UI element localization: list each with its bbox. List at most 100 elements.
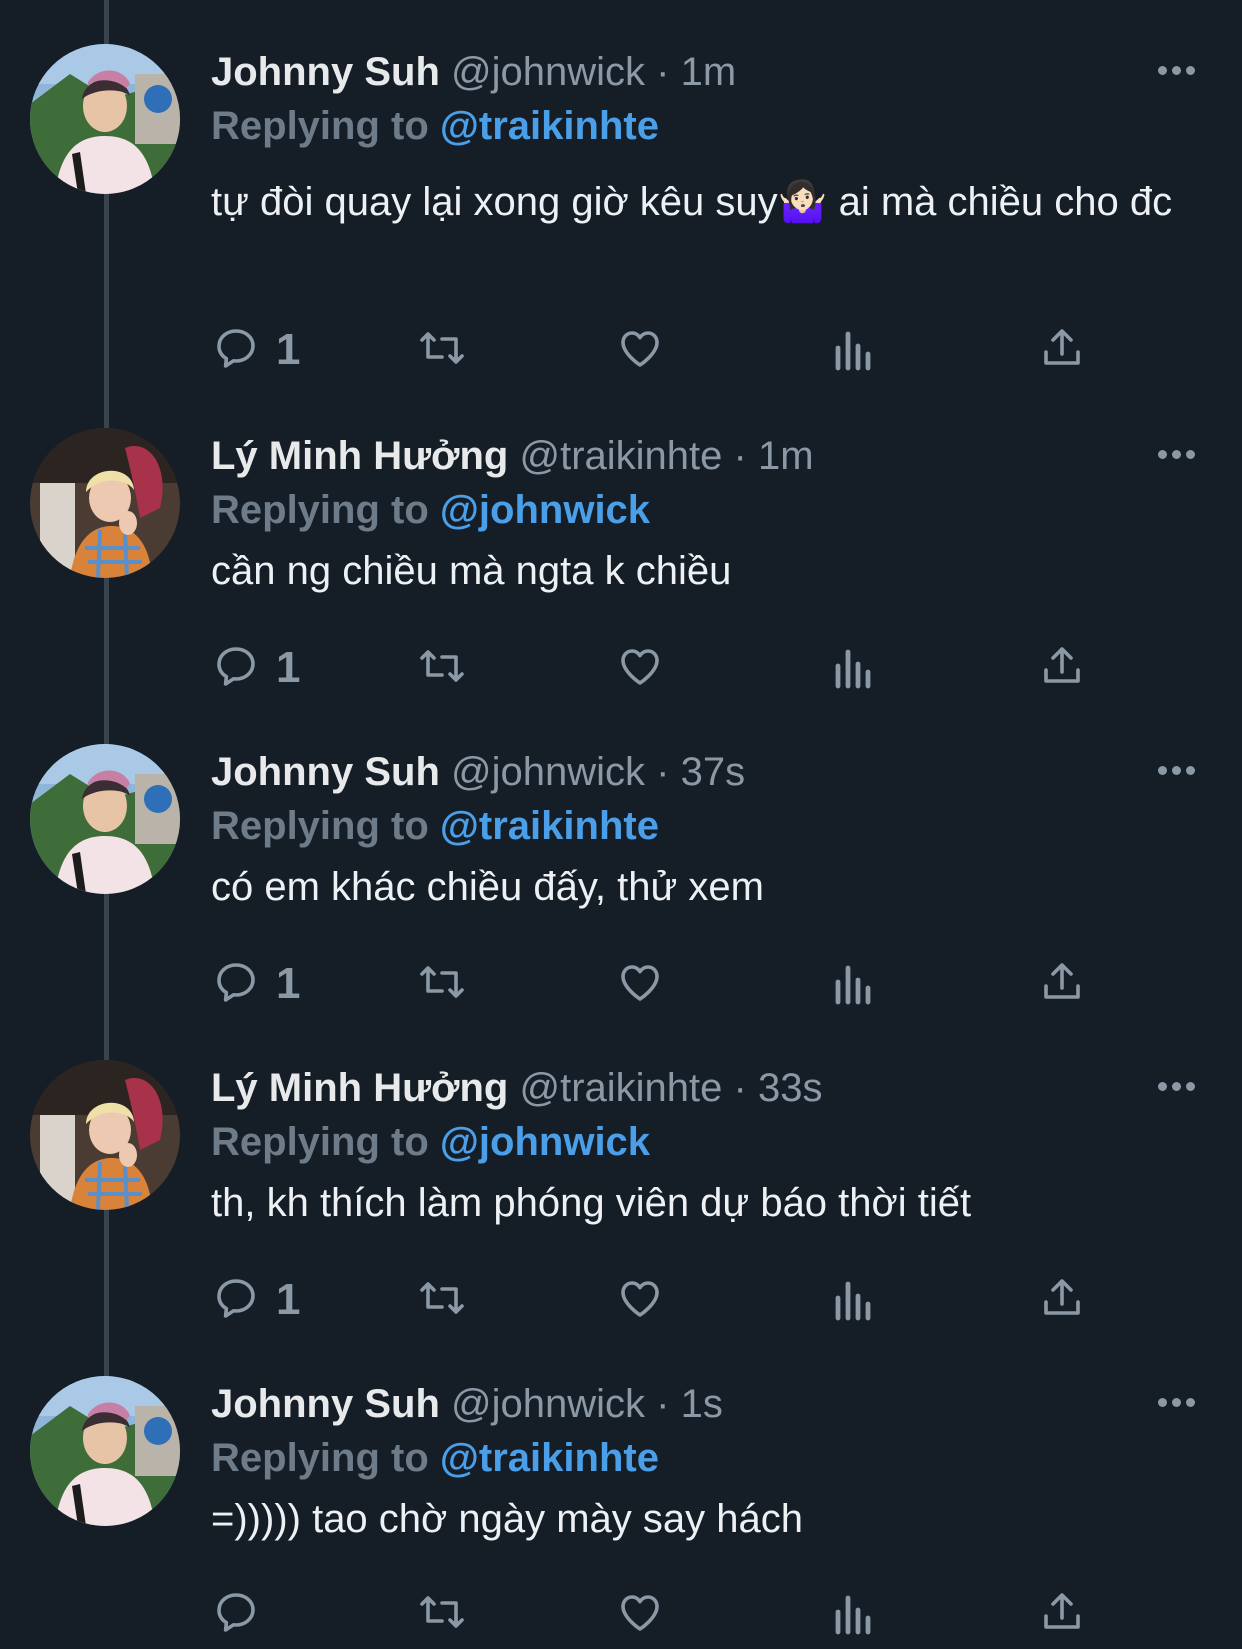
display-name[interactable]: Johnny Suh	[211, 50, 440, 94]
analytics-button[interactable]	[832, 320, 882, 380]
retweet-button[interactable]	[416, 1270, 472, 1330]
tweet-text: cần ng chiều mà ngta k chiều	[211, 549, 732, 593]
share-icon	[1044, 1279, 1080, 1315]
share-button[interactable]	[1038, 638, 1088, 698]
username[interactable]: @johnwick	[451, 50, 645, 94]
tweet-actions: 1	[0, 954, 1242, 1014]
avatar[interactable]	[30, 744, 180, 894]
reply-count: 1	[276, 1275, 301, 1324]
tweet-header: Johnny Suh @johnwick · 37s	[211, 748, 745, 796]
replying-to: Replying to @traikinhte	[211, 102, 659, 150]
more-icon[interactable]	[1158, 66, 1196, 78]
reply-button[interactable]: 1	[212, 638, 312, 698]
tweet-actions	[0, 1584, 1242, 1644]
reply-icon	[217, 1593, 255, 1632]
johnny-avatar	[30, 744, 180, 894]
timestamp[interactable]: 1m	[758, 434, 814, 478]
tweet-header: Lý Minh Hưởng @traikinhte · 33s	[211, 1064, 823, 1112]
separator: ·	[656, 750, 670, 794]
analytics-button[interactable]	[832, 638, 882, 698]
display-name[interactable]: Lý Minh Hưởng	[211, 434, 508, 478]
minh-avatar	[30, 1060, 180, 1210]
replying-to-handle[interactable]: @traikinhte	[440, 104, 659, 148]
replying-to-label: Replying to	[211, 104, 429, 148]
analytics-icon	[835, 965, 871, 1005]
tweet-actions: 1	[0, 638, 1242, 698]
separator: ·	[656, 50, 670, 94]
share-button[interactable]	[1038, 1270, 1088, 1330]
retweet-icon	[420, 1596, 464, 1628]
avatar[interactable]	[30, 1060, 180, 1210]
username[interactable]: @traikinhte	[520, 434, 723, 478]
replying-to-handle[interactable]: @traikinhte	[440, 1436, 659, 1480]
reply-button[interactable]: 1	[212, 320, 312, 380]
share-button[interactable]	[1038, 320, 1088, 380]
display-name[interactable]: Johnny Suh	[211, 750, 440, 794]
reply-button[interactable]	[212, 1584, 312, 1644]
retweet-button[interactable]	[416, 1584, 472, 1644]
johnny-avatar	[30, 1376, 180, 1526]
like-button[interactable]	[616, 638, 672, 698]
share-icon	[1044, 329, 1080, 365]
replying-to: Replying to @traikinhte	[211, 1434, 659, 1482]
avatar[interactable]	[30, 428, 180, 578]
username[interactable]: @johnwick	[451, 1382, 645, 1426]
username[interactable]: @johnwick	[451, 750, 645, 794]
like-button[interactable]	[616, 954, 672, 1014]
reply-count: 1	[276, 959, 301, 1008]
replying-to-handle[interactable]: @johnwick	[440, 488, 650, 532]
separator: ·	[733, 1066, 747, 1110]
timestamp[interactable]: 37s	[681, 750, 746, 794]
more-icon[interactable]	[1158, 1398, 1196, 1410]
analytics-icon	[835, 1281, 871, 1321]
replying-to-handle[interactable]: @traikinhte	[440, 804, 659, 848]
share-button[interactable]	[1038, 954, 1088, 1014]
reply-count: 1	[276, 643, 301, 692]
analytics-button[interactable]	[832, 1584, 882, 1644]
timestamp[interactable]: 33s	[758, 1066, 823, 1110]
share-icon	[1044, 963, 1080, 999]
like-icon	[621, 1281, 659, 1317]
like-icon	[621, 1595, 659, 1631]
reply-button[interactable]: 1	[212, 954, 312, 1014]
avatar[interactable]	[30, 44, 180, 194]
tweet-header: Lý Minh Hưởng @traikinhte · 1m	[211, 432, 814, 480]
timestamp[interactable]: 1m	[681, 50, 737, 94]
separator: ·	[656, 1382, 670, 1426]
replying-to-handle[interactable]: @johnwick	[440, 1120, 650, 1164]
retweet-icon	[420, 650, 464, 682]
like-button[interactable]	[616, 1270, 672, 1330]
timestamp[interactable]: 1s	[681, 1382, 723, 1426]
more-icon[interactable]	[1158, 450, 1196, 462]
more-icon[interactable]	[1158, 1082, 1196, 1094]
replying-to-label: Replying to	[211, 488, 429, 532]
avatar[interactable]	[30, 1376, 180, 1526]
like-button[interactable]	[616, 1584, 672, 1644]
retweet-button[interactable]	[416, 954, 472, 1014]
replying-to: Replying to @johnwick	[211, 1118, 650, 1166]
username[interactable]: @traikinhte	[520, 1066, 723, 1110]
tweet-text: th, kh thích làm phóng viên dự báo thời …	[211, 1181, 972, 1225]
retweet-icon	[420, 332, 464, 364]
retweet-button[interactable]	[416, 638, 472, 698]
tweet-header: Johnny Suh @johnwick · 1m	[211, 48, 736, 96]
like-icon	[621, 965, 659, 1001]
analytics-button[interactable]	[832, 954, 882, 1014]
retweet-icon	[420, 966, 464, 998]
share-icon	[1044, 1593, 1080, 1629]
analytics-button[interactable]	[832, 1270, 882, 1330]
like-button[interactable]	[616, 320, 672, 380]
more-icon[interactable]	[1158, 766, 1196, 778]
reply-icon	[217, 1279, 255, 1318]
retweet-button[interactable]	[416, 320, 472, 380]
reply-button[interactable]: 1	[212, 1270, 312, 1330]
separator: ·	[733, 434, 747, 478]
share-button[interactable]	[1038, 1584, 1088, 1644]
like-icon	[621, 649, 659, 685]
tweet-text: có em khác chiều đấy, thử xem	[211, 865, 764, 909]
replying-to: Replying to @johnwick	[211, 486, 650, 534]
reply-icon	[217, 963, 255, 1002]
reply-count: 1	[276, 325, 301, 374]
display-name[interactable]: Lý Minh Hưởng	[211, 1066, 508, 1110]
display-name[interactable]: Johnny Suh	[211, 1382, 440, 1426]
